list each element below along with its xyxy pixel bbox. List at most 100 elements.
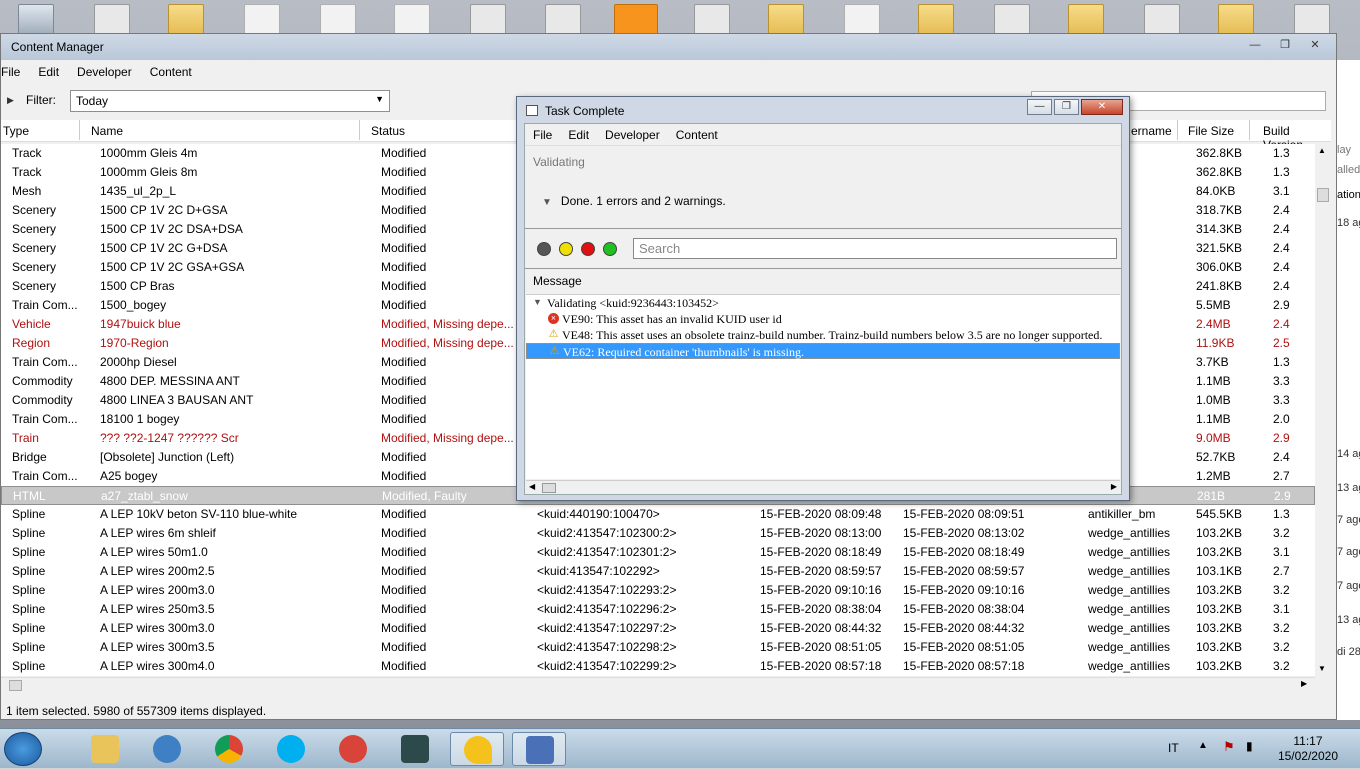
table-row[interactable]: Spline A LEP wires 300m3.0 Modified <kuid2:…: [1, 619, 1315, 638]
message-text: VE62: Required container 'thumbnails' is…: [563, 345, 804, 359]
cell-type: Region: [12, 336, 51, 350]
taskbar-task-window[interactable]: [512, 732, 566, 766]
expand-arrow-icon[interactable]: ▶: [7, 95, 14, 106]
table-row[interactable]: Spline A LEP wires 300m4.0 Modified <kuid2:…: [1, 657, 1315, 676]
flag-icon[interactable]: ⚑: [1223, 739, 1235, 755]
folder-icon: [91, 735, 119, 763]
header-status[interactable]: Status: [371, 124, 405, 138]
dialog-horizontal-scrollbar[interactable]: ◀ ▶: [526, 480, 1120, 494]
cell-name: A LEP wires 300m4.0: [100, 659, 215, 673]
system-tray: IT ▲ ⚑ ▮ 11:17 15/02/2020: [1130, 729, 1360, 769]
taskbar-explorer[interactable]: [78, 732, 132, 766]
close-button[interactable]: ✕: [1081, 99, 1123, 115]
yellow-filter-light-icon[interactable]: [559, 242, 573, 256]
cell-type: Spline: [12, 659, 46, 673]
taskbar-ccleaner[interactable]: [326, 732, 380, 766]
red-filter-light-icon[interactable]: [581, 242, 595, 256]
scroll-down-icon[interactable]: ▼: [1318, 664, 1326, 673]
show-hidden-icons-icon[interactable]: ▲: [1198, 740, 1208, 751]
filter-select[interactable]: Today ▼: [70, 90, 390, 112]
message-group-row[interactable]: ▼ Validating <kuid:9236443:103452>: [526, 295, 1120, 311]
taskbar-trainz[interactable]: [388, 732, 442, 766]
collapse-triangle-icon[interactable]: ▼: [532, 297, 543, 308]
taskbar-skype[interactable]: [264, 732, 318, 766]
table-row[interactable]: Spline A LEP wires 6m shleif Modified <kuid…: [1, 524, 1315, 543]
table-row[interactable]: Spline A LEP wires 200m3.0 Modified <kuid2:…: [1, 581, 1315, 600]
table-row[interactable]: Spline A LEP 10kV beton SV-110 blue-white…: [1, 505, 1315, 524]
scroll-left-icon[interactable]: ◀: [529, 482, 535, 491]
hscroll-thumb[interactable]: [9, 680, 22, 691]
scroll-thumb[interactable]: [1317, 188, 1329, 202]
menu-developer[interactable]: Developer: [597, 128, 668, 142]
cell-status: Modified: [381, 507, 427, 521]
maximize-button[interactable]: ❐: [1272, 37, 1298, 54]
close-button[interactable]: ✕: [1302, 37, 1328, 54]
cell-kuid: <kuid2:413547:102300:2>: [537, 526, 677, 540]
message-row-selected[interactable]: ⚠ VE62: Required container 'thumbnails' …: [526, 343, 1120, 359]
cell-size: 103.2KB: [1196, 621, 1243, 635]
message-search-input[interactable]: Search: [633, 238, 1117, 259]
table-row[interactable]: Spline A LEP wires 300m3.5 Modified <kuid2:…: [1, 638, 1315, 657]
taskbar-mail[interactable]: [140, 732, 194, 766]
menu-developer[interactable]: Developer: [68, 65, 141, 79]
collapse-triangle-icon[interactable]: ▼: [542, 197, 552, 208]
menu-content[interactable]: Content: [141, 65, 201, 79]
table-row[interactable]: Spline A LEP wires 200m2.5 Modified <kuid:4…: [1, 562, 1315, 581]
header-file-size[interactable]: File Size: [1188, 124, 1234, 138]
scroll-up-icon[interactable]: ▲: [1318, 146, 1326, 155]
gray-filter-light-icon[interactable]: [537, 242, 551, 256]
menu-edit[interactable]: Edit: [29, 65, 68, 79]
cell-status: Modified: [381, 659, 427, 673]
scroll-thumb[interactable]: [542, 483, 556, 493]
message-column-header[interactable]: Message: [533, 274, 582, 288]
status-bar: 1 item selected. 5980 of 557309 items di…: [6, 704, 267, 718]
cell-size: 103.2KB: [1196, 545, 1243, 559]
maximize-button[interactable]: ❐: [1054, 99, 1079, 115]
cell-type: Commodity: [12, 374, 73, 388]
dialog-titlebar[interactable]: Task Complete — ❐ ✕: [517, 97, 1129, 123]
taskbar-chrome[interactable]: [202, 732, 256, 766]
bg-text: lay: [1337, 144, 1352, 156]
message-row[interactable]: ⚠ VE48: This asset uses an obsolete trai…: [526, 327, 1120, 343]
cell-ver: 1.3: [1273, 165, 1290, 179]
horizontal-scrollbar[interactable]: ▶: [1, 677, 1315, 694]
minimize-button[interactable]: —: [1242, 37, 1268, 54]
message-row[interactable]: × VE90: This asset has an invalid KUID u…: [526, 311, 1120, 327]
scroll-right-icon[interactable]: ▶: [1111, 482, 1117, 491]
cell-kuid: <kuid2:413547:102301:2>: [537, 545, 677, 559]
header-type[interactable]: Type: [3, 124, 29, 138]
menu-file[interactable]: File: [1, 65, 29, 79]
cell-d2: 15-FEB-2020 09:10:16: [903, 583, 1025, 597]
content-manager-titlebar[interactable]: Content Manager — ❐ ✕: [1, 34, 1336, 60]
clock[interactable]: 11:17 15/02/2020: [1278, 734, 1338, 764]
cell-size: 1.1MB: [1196, 374, 1231, 388]
minimize-button[interactable]: —: [1027, 99, 1052, 115]
bg-text: 14 ag: [1337, 448, 1360, 460]
cell-type: Spline: [12, 621, 46, 635]
task-summary[interactable]: ▼ Done. 1 errors and 2 warnings.: [542, 194, 726, 208]
table-row[interactable]: Spline A LEP wires 250m3.5 Modified <kuid2:…: [1, 600, 1315, 619]
menu-content[interactable]: Content: [668, 128, 726, 142]
vertical-scrollbar[interactable]: ▲ ▼: [1315, 144, 1331, 676]
cell-d2: 15-FEB-2020 08:51:05: [903, 640, 1025, 654]
cell-status: Modified: [381, 184, 427, 198]
menu-file[interactable]: File: [525, 128, 560, 142]
scroll-right-icon[interactable]: ▶: [1301, 679, 1307, 688]
language-indicator[interactable]: IT: [1168, 741, 1179, 755]
table-row[interactable]: Spline A LEP wires 50m1.0 Modified <kuid2:4…: [1, 543, 1315, 562]
cell-name: 1500 CP 1V 2C D+GSA: [100, 203, 228, 217]
cell-type: Track: [12, 165, 42, 179]
cell-ver: 1.3: [1273, 507, 1290, 521]
cell-kuid: <kuid2:413547:102293:2>: [537, 583, 677, 597]
taskbar-content-manager[interactable]: [450, 732, 504, 766]
network-icon[interactable]: ▮: [1246, 739, 1253, 753]
cell-size: 2.4MB: [1196, 317, 1231, 331]
header-name[interactable]: Name: [91, 124, 123, 138]
cell-size: 103.2KB: [1196, 583, 1243, 597]
cell-user: wedge_antillies: [1088, 659, 1171, 673]
menu-edit[interactable]: Edit: [560, 128, 597, 142]
start-button[interactable]: [4, 732, 42, 766]
cell-user: antikiller_bm: [1088, 507, 1156, 521]
header-username[interactable]: ername: [1131, 124, 1172, 138]
green-filter-light-icon[interactable]: [603, 242, 617, 256]
